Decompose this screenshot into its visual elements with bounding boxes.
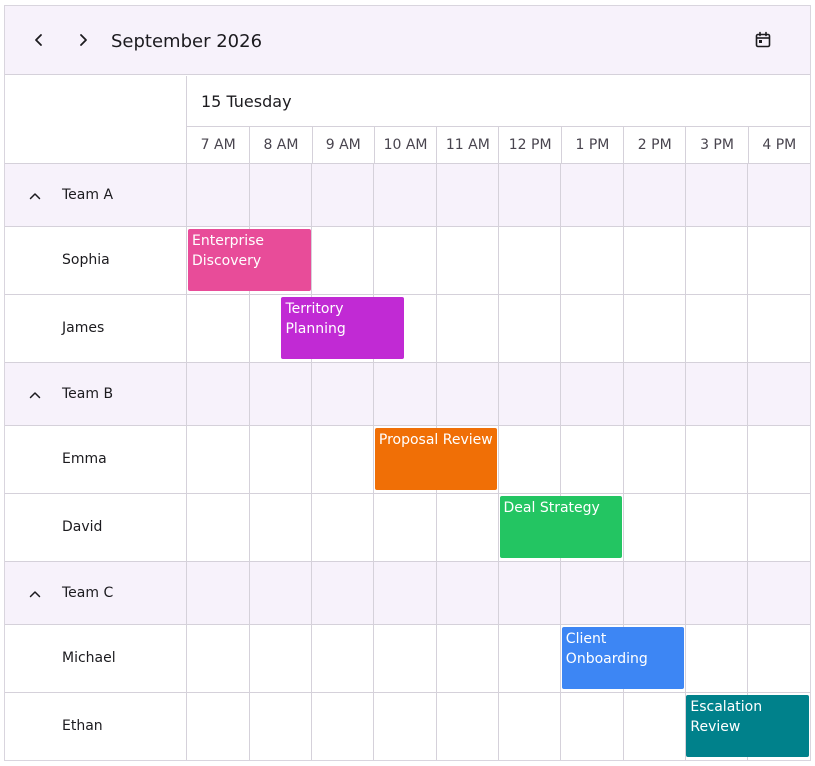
resource-label: Sophia (62, 252, 110, 268)
resource-label: James (62, 320, 105, 336)
time-slot-header: 2 PM (623, 127, 685, 163)
time-slot-header: 3 PM (685, 127, 747, 163)
appointment[interactable]: Proposal Review (374, 428, 498, 490)
chevron-right-icon (80, 34, 87, 46)
header-corner (5, 76, 187, 164)
appointment[interactable]: Territory Planning (281, 297, 405, 359)
appointment[interactable]: Deal Strategy (499, 496, 623, 558)
resource-row: James (5, 295, 186, 363)
resource-column: Team A Sophia James Team B Emma David Team C Mi… (5, 164, 187, 760)
appointment[interactable]: Client Onboarding (561, 627, 685, 689)
appointment-title: Proposal Review (378, 432, 493, 448)
resource-label: Ethan (62, 718, 103, 734)
resource-label: Michael (62, 650, 116, 666)
scheduler-toolbar: September 2026 (5, 6, 810, 75)
slot-divider (498, 164, 499, 760)
time-slot-header: 1 PM (560, 127, 623, 163)
resource-row: Ethan (5, 693, 186, 760)
chevron-up-icon[interactable] (28, 189, 42, 203)
time-slot-header: 7 AM (200, 137, 236, 153)
appointment-title: Deal Strategy (503, 500, 600, 516)
group-label: Team A (62, 187, 114, 203)
resource-group-row: Team C (5, 562, 186, 625)
chevron-left-icon (35, 34, 42, 46)
scheduler: September 2026 15 Tuesday 7 AM 8 AM 9 AM 10… (4, 5, 811, 761)
resource-label: Emma (62, 451, 107, 467)
day-header: 15 Tuesday (187, 76, 810, 127)
resource-label: David (62, 519, 103, 535)
resource-group-row: Team B (5, 363, 186, 426)
time-slot-header: 9 AM (311, 127, 374, 163)
appointment-title: Escalation Review (690, 699, 763, 735)
appointment-title: Enterprise Discovery (192, 233, 265, 269)
time-slot-header: 10 AM (373, 127, 436, 163)
appointment-title: Territory Planning (285, 301, 346, 337)
time-header: 7 AM 8 AM 9 AM 10 AM 11 AM 12 PM 1 PM 2 PM 3 PM 4… (187, 127, 810, 164)
time-slot-header: 8 AM (249, 127, 311, 163)
chevron-up-icon[interactable] (28, 587, 42, 601)
time-slot-header: 12 PM (498, 127, 560, 163)
calendar-icon (755, 31, 771, 48)
next-button[interactable] (71, 28, 95, 52)
appointment-title: Client Onboarding (565, 631, 648, 667)
month-title[interactable]: September 2026 (111, 30, 262, 54)
slot-divider (684, 164, 686, 760)
resource-row: Sophia (5, 227, 186, 295)
time-slot-header: 11 AM (436, 127, 498, 163)
calendar-button[interactable] (751, 28, 775, 52)
slot-divider (747, 164, 749, 760)
resource-row: Michael (5, 625, 186, 693)
previous-button[interactable] (27, 28, 51, 52)
resource-row: Emma (5, 426, 186, 494)
group-label: Team B (62, 386, 114, 402)
chevron-up-icon[interactable] (28, 388, 42, 402)
resource-row: David (5, 494, 186, 562)
appointment[interactable]: Enterprise Discovery (188, 229, 311, 291)
time-slot-header: 4 PM (747, 127, 810, 163)
day-label[interactable]: 15 Tuesday (201, 92, 292, 112)
group-label: Team C (62, 585, 114, 601)
slot-divider (311, 164, 313, 760)
resource-group-row: Team A (5, 164, 186, 227)
timeline-grid[interactable]: Enterprise Discovery Territory Planning Pr… (187, 164, 810, 760)
appointment[interactable]: Escalation Review (686, 695, 809, 757)
